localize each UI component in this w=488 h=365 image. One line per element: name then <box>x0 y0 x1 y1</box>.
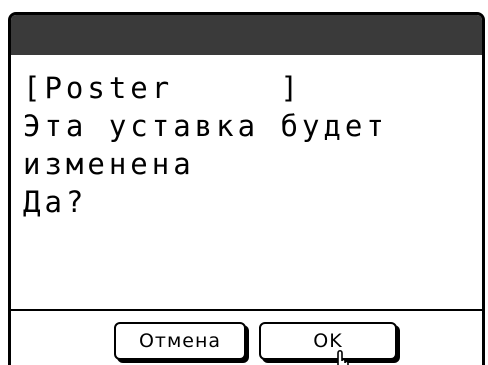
dialog-message: [Poster ] Эта уставка будет изменена Да? <box>23 69 388 221</box>
message-line-question: Да? <box>23 185 88 219</box>
ok-button[interactable]: OK <box>259 322 397 360</box>
cancel-button[interactable]: Отмена <box>114 322 246 360</box>
dialog-title-bar <box>11 15 482 55</box>
message-line-2: изменена <box>23 147 195 181</box>
message-line-1: Эта уставка будет <box>23 109 388 143</box>
hand-pointer-icon <box>337 349 349 365</box>
message-line-preset-name: [Poster ] <box>23 71 302 105</box>
footer-divider <box>11 309 482 311</box>
confirm-dialog: [Poster ] Эта уставка будет изменена Да?… <box>8 12 485 365</box>
screen: [Poster ] Эта уставка будет изменена Да?… <box>0 0 488 365</box>
